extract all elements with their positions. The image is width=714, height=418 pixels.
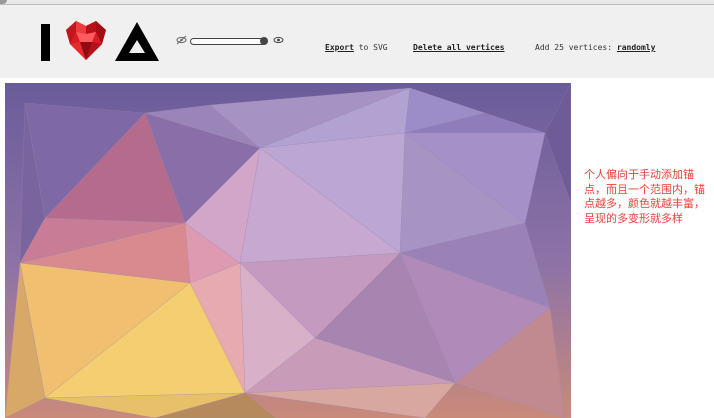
canvas-stage[interactable] <box>5 83 571 418</box>
random-vertices-command: Add 25 vertices: randomly <box>535 43 655 52</box>
randomly-link[interactable]: randomly <box>617 43 656 52</box>
toolbar: Export to SVG Delete all vertices Add 25… <box>0 5 714 78</box>
export-suffix: to SVG <box>353 43 388 52</box>
window-corner <box>0 0 7 4</box>
delete-command: Delete all vertices <box>413 43 505 52</box>
slider-thumb[interactable] <box>260 37 268 45</box>
eye-off-icon[interactable] <box>176 35 187 45</box>
letter-i-logo <box>41 24 50 61</box>
delete-all-vertices-link[interactable]: Delete all vertices <box>413 43 505 52</box>
slider-track[interactable] <box>190 38 266 45</box>
random-prefix: Add 25 vertices: <box>535 43 617 52</box>
opacity-slider[interactable] <box>190 37 270 45</box>
annotation-note: 个人偏向于手动添加锚点，而且一个范围内，锚点越多，颜色就越丰富，呈现的多变形就多… <box>584 168 705 225</box>
low-poly-mesh <box>5 83 571 418</box>
triangle-logo <box>115 22 159 61</box>
heart-gem-logo <box>66 21 106 60</box>
export-command: Export to SVG <box>325 43 388 52</box>
eye-icon[interactable] <box>273 35 284 45</box>
export-link[interactable]: Export <box>325 43 354 52</box>
